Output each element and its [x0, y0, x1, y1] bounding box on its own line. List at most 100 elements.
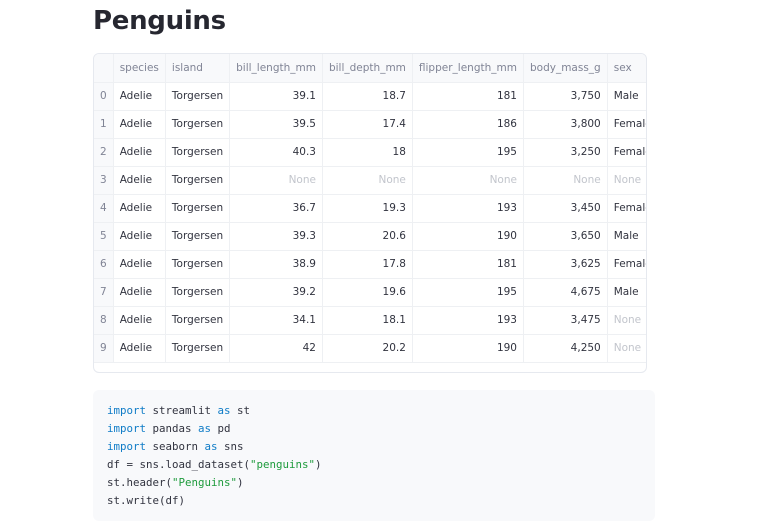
dataframe-viewer[interactable]: species island bill_length_mm bill_depth…: [93, 53, 647, 373]
table-cell-species[interactable]: Adelie: [113, 194, 166, 223]
code-text: seaborn: [146, 440, 205, 453]
table-cell-island[interactable]: Torgersen: [165, 334, 231, 363]
table-cell-body-mass-g[interactable]: 3,750: [523, 82, 608, 111]
dataframe-table: species island bill_length_mm bill_depth…: [94, 54, 646, 363]
table-cell-island[interactable]: Torgersen: [165, 110, 231, 139]
app-page: Penguins species island bill_length_mm b…: [0, 0, 759, 530]
table-cell-flipper-length-mm[interactable]: 195: [412, 138, 524, 167]
table-cell-sex[interactable]: Male: [607, 82, 646, 111]
table-cell-body-mass-g[interactable]: None: [523, 166, 608, 195]
table-cell-flipper-length-mm[interactable]: 181: [412, 250, 524, 279]
table-cell-species[interactable]: Adelie: [113, 110, 166, 139]
table-cell-island[interactable]: Torgersen: [165, 138, 231, 167]
table-cell-flipper-length-mm[interactable]: 193: [412, 306, 524, 335]
table-cell-island[interactable]: Torgersen: [165, 306, 231, 335]
table-cell-species[interactable]: Adelie: [113, 306, 166, 335]
table-cell-body-mass-g[interactable]: 3,450: [523, 194, 608, 223]
table-cell-flipper-length-mm[interactable]: 181: [412, 82, 524, 111]
table-cell-sex[interactable]: Female: [607, 250, 646, 279]
column-header[interactable]: bill_depth_mm: [322, 54, 413, 83]
table-cell-flipper-length-mm[interactable]: 190: [412, 222, 524, 251]
table-cell-bill-depth-mm[interactable]: 17.4: [322, 110, 413, 139]
table-cell-species[interactable]: Adelie: [113, 250, 166, 279]
column-header[interactable]: island: [165, 54, 231, 83]
column-header[interactable]: body_mass_g: [523, 54, 608, 83]
table-row: 7 Adelie Torgersen 39.2 19.6 195 4,675 Male: [94, 278, 646, 307]
row-index: 5: [94, 222, 114, 251]
table-cell-bill-length-mm[interactable]: 36.7: [229, 194, 323, 223]
table-cell-bill-length-mm[interactable]: 34.1: [229, 306, 323, 335]
table-cell-island[interactable]: Torgersen: [165, 278, 231, 307]
table-cell-bill-depth-mm[interactable]: 18.7: [322, 82, 413, 111]
column-header[interactable]: species: [113, 54, 166, 83]
table-cell-species[interactable]: Adelie: [113, 82, 166, 111]
table-cell-bill-length-mm[interactable]: 38.9: [229, 250, 323, 279]
table-cell-bill-depth-mm[interactable]: 19.6: [322, 278, 413, 307]
table-cell-body-mass-g[interactable]: 3,800: [523, 110, 608, 139]
code-line: st.header("Penguins"): [107, 474, 641, 492]
row-index: 6: [94, 250, 114, 279]
table-cell-sex[interactable]: Female: [607, 194, 646, 223]
table-cell-flipper-length-mm[interactable]: 186: [412, 110, 524, 139]
table-cell-island[interactable]: Torgersen: [165, 194, 231, 223]
table-cell-sex[interactable]: Female: [607, 138, 646, 167]
code-text: df = sns.load_dataset(: [107, 458, 251, 471]
table-cell-bill-depth-mm[interactable]: 20.6: [322, 222, 413, 251]
table-cell-bill-depth-mm[interactable]: None: [322, 166, 413, 195]
code-string: "Penguins": [172, 476, 238, 489]
table-cell-flipper-length-mm[interactable]: 193: [412, 194, 524, 223]
table-cell-body-mass-g[interactable]: 3,250: [523, 138, 608, 167]
code-keyword: import: [107, 440, 147, 453]
table-cell-body-mass-g[interactable]: 3,625: [523, 250, 608, 279]
table-cell-bill-length-mm[interactable]: 39.5: [229, 110, 323, 139]
column-header[interactable]: sex: [607, 54, 646, 83]
column-header[interactable]: bill_length_mm: [229, 54, 323, 83]
row-index: 1: [94, 110, 114, 139]
table-cell-bill-length-mm[interactable]: None: [229, 166, 323, 195]
code-line: import streamlit as st: [107, 402, 641, 420]
row-index: 2: [94, 138, 114, 167]
table-cell-island[interactable]: Torgersen: [165, 82, 231, 111]
table-cell-bill-length-mm[interactable]: 39.3: [229, 222, 323, 251]
table-row: 9 Adelie Torgersen 42 20.2 190 4,250 None: [94, 334, 646, 363]
table-cell-bill-depth-mm[interactable]: 18: [322, 138, 413, 167]
table-cell-bill-length-mm[interactable]: 40.3: [229, 138, 323, 167]
table-cell-species[interactable]: Adelie: [113, 278, 166, 307]
table-cell-island[interactable]: Torgersen: [165, 166, 231, 195]
table-row: 2AdelieTorgersen40.3181953,250Female: [94, 138, 646, 167]
table-cell-body-mass-g[interactable]: 4,250: [523, 334, 608, 363]
table-cell-bill-length-mm[interactable]: 39.2: [229, 278, 323, 307]
code-text: pandas: [146, 422, 199, 435]
table-cell-body-mass-g[interactable]: 3,650: [523, 222, 608, 251]
table-cell-species[interactable]: Adelie: [113, 222, 166, 251]
table-cell-bill-depth-mm[interactable]: 20.2: [322, 334, 413, 363]
table-cell-flipper-length-mm[interactable]: 195: [412, 278, 524, 307]
table-cell-sex[interactable]: None: [607, 306, 646, 335]
table-cell-bill-depth-mm[interactable]: 19.3: [322, 194, 413, 223]
table-cell-bill-length-mm[interactable]: 42: [229, 334, 323, 363]
row-index: 9: [94, 334, 114, 363]
code-keyword: as: [217, 404, 231, 417]
table-cell-species[interactable]: Adelie: [113, 334, 166, 363]
code-line: import pandas as pd: [107, 420, 641, 438]
table-cell-species[interactable]: Adelie: [113, 166, 166, 195]
code-text: streamlit: [146, 404, 218, 417]
table-cell-sex[interactable]: None: [607, 166, 646, 195]
table-cell-flipper-length-mm[interactable]: None: [412, 166, 524, 195]
index-header: [94, 54, 114, 83]
table-cell-island[interactable]: Torgersen: [165, 250, 231, 279]
table-cell-body-mass-g[interactable]: 4,675: [523, 278, 608, 307]
table-cell-sex[interactable]: Female: [607, 110, 646, 139]
table-cell-sex[interactable]: Male: [607, 278, 646, 307]
table-cell-flipper-length-mm[interactable]: 190: [412, 334, 524, 363]
table-cell-bill-length-mm[interactable]: 39.1: [229, 82, 323, 111]
table-cell-species[interactable]: Adelie: [113, 138, 166, 167]
column-header[interactable]: flipper_length_mm: [412, 54, 524, 83]
code-string: "penguins": [250, 458, 316, 471]
table-cell-island[interactable]: Torgersen: [165, 222, 231, 251]
table-cell-sex[interactable]: Male: [607, 222, 646, 251]
table-cell-bill-depth-mm[interactable]: 17.8: [322, 250, 413, 279]
table-cell-body-mass-g[interactable]: 3,475: [523, 306, 608, 335]
table-cell-bill-depth-mm[interactable]: 18.1: [322, 306, 413, 335]
table-cell-sex[interactable]: None: [607, 334, 646, 363]
